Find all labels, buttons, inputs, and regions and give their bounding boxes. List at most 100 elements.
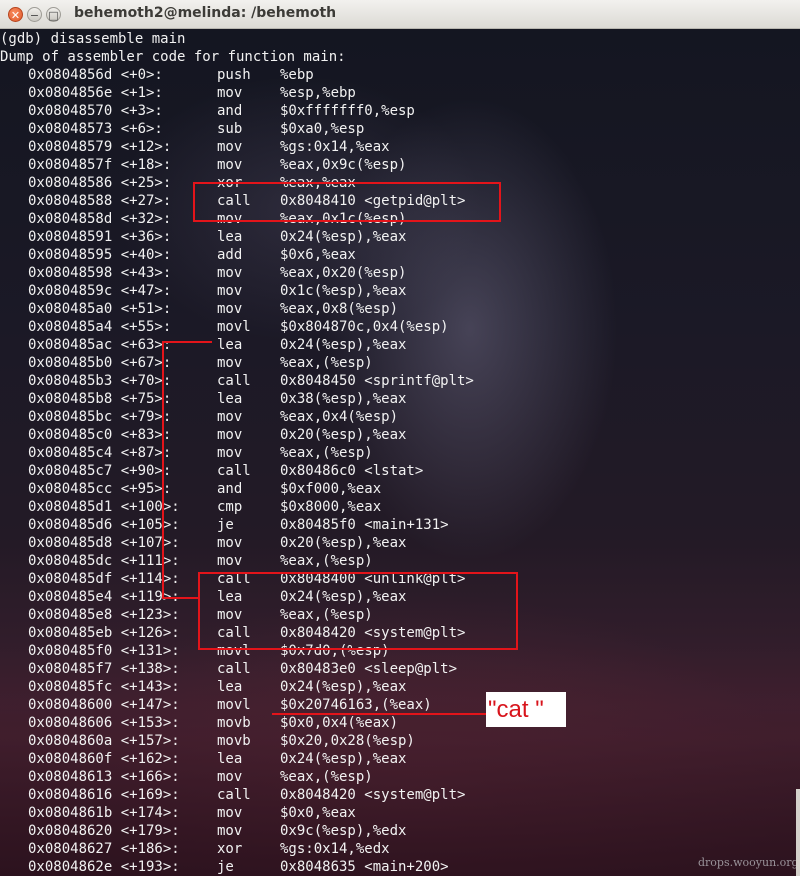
instruction-operands: $0x20,0x28(%esp) [280,733,415,749]
disasm-line: 0x080485a0 <+51>: mov %eax,0x8(%esp) [0,300,398,318]
instruction-operands: 0x20(%esp),%eax [280,535,407,551]
instruction-mnemonic: mov [217,823,243,839]
instruction-address: 0x08048579 <+12>: [28,139,172,155]
instruction-operands: %eax,0x8(%esp) [280,301,399,317]
minimize-icon[interactable]: − [27,7,42,22]
instruction-operands: %eax,(%esp) [280,355,373,371]
disasm-line: 0x08048570 <+3>: and $0xfffffff0,%esp [0,102,415,120]
instruction-address: 0x08048570 <+3>: [28,103,163,119]
instruction-address: 0x080485d1 <+100>: [28,499,180,515]
disasm-line: 0x080485cc <+95>: and $0xf000,%eax [0,480,381,498]
instruction-address: 0x080485c0 <+83>: [28,427,172,443]
disasm-line: 0x08048613 <+166>: mov %eax,(%esp) [0,768,373,786]
instruction-address: 0x080485a4 <+55>: [28,319,172,335]
disasm-line: 0x08048620 <+179>: mov 0x9c(%esp),%edx [0,822,406,840]
instruction-operands: 0x80483e0 <sleep@plt> [280,661,458,677]
instruction-mnemonic: mov [217,265,243,281]
disasm-line: 0x08048595 <+40>: add $0x6,%eax [0,246,356,264]
instruction-mnemonic: cmp [217,499,243,515]
instruction-address: 0x0804862e <+193>: [28,859,180,875]
instruction-operands: $0x0,0x4(%eax) [280,715,399,731]
instruction-operands: %eax,0x4(%esp) [280,409,399,425]
instruction-operands: %gs:0x14,%eax [280,139,390,155]
disasm-line: 0x08048627 <+186>: xor %gs:0x14,%edx [0,840,390,858]
instruction-operands: $0x0,%eax [280,805,356,821]
instruction-mnemonic: mov [217,157,243,173]
instruction-operands: 0x80486c0 <lstat> [280,463,424,479]
instruction-operands: %eax,0x9c(%esp) [280,157,407,173]
instruction-mnemonic: push [217,67,251,83]
close-icon[interactable]: ✕ [8,7,23,22]
disasm-line: 0x08048591 <+36>: lea 0x24(%esp),%eax [0,228,406,246]
instruction-mnemonic: and [217,103,243,119]
instruction-mnemonic: je [217,517,234,533]
disasm-line: 0x0804861b <+174>: mov $0x0,%eax [0,804,356,822]
instruction-address: 0x0804856d <+0>: [28,67,163,83]
disasm-line: 0x080485d8 <+107>: mov 0x20(%esp),%eax [0,534,406,552]
instruction-address: 0x0804859c <+47>: [28,283,172,299]
instruction-address: 0x080485d6 <+105>: [28,517,180,533]
instruction-operands: 0x1c(%esp),%eax [280,283,407,299]
instruction-address: 0x0804857f <+18>: [28,157,172,173]
instruction-address: 0x080485ac <+63>: [28,337,172,353]
instruction-operands: %eax,(%esp) [280,553,373,569]
instruction-operands: 0x9c(%esp),%edx [280,823,407,839]
highlight-box-unlink-system [198,572,518,650]
instruction-mnemonic: mov [217,553,243,569]
instruction-address: 0x080485b0 <+67>: [28,355,172,371]
instruction-address: 0x080485d8 <+107>: [28,535,180,551]
disasm-line: 0x080485ac <+63>: lea 0x24(%esp),%eax [0,336,406,354]
terminal-output: (gdb) disassemble main Dump of assembler… [0,30,474,876]
instruction-mnemonic: mov [217,409,243,425]
disasm-line: 0x080485b3 <+70>: call 0x8048450 <sprintf@… [0,372,474,390]
disasm-line: 0x080485b8 <+75>: lea 0x38(%esp),%eax [0,390,406,408]
instruction-mnemonic: lea [217,229,243,245]
annotation-cat-label: "cat " [486,692,566,727]
instruction-operands: 0x8048450 <sprintf@plt> [280,373,474,389]
disasm-line: 0x080485dc <+111>: mov %eax,(%esp) [0,552,373,570]
instruction-address: 0x080485b3 <+70>: [28,373,172,389]
instruction-mnemonic: mov [217,301,243,317]
instruction-operands: $0xa0,%esp [280,121,365,137]
instruction-address: 0x080485df <+114>: [28,571,180,587]
instruction-address: 0x080485f0 <+131>: [28,643,180,659]
instruction-address: 0x08048598 <+43>: [28,265,172,281]
instruction-address: 0x080485b8 <+75>: [28,391,172,407]
disasm-line: 0x08048600 <+147>: movl $0x20746163,(%eax) [0,696,432,714]
instruction-address: 0x0804856e <+1>: [28,85,163,101]
instruction-mnemonic: sub [217,121,243,137]
instruction-mnemonic: call [217,373,251,389]
underline-movl-cat [272,713,444,715]
instruction-mnemonic: mov [217,427,243,443]
instruction-mnemonic: call [217,787,251,803]
instruction-mnemonic: lea [217,391,243,407]
instruction-address: 0x08048588 <+27>: [28,193,172,209]
disasm-line: 0x080485f7 <+138>: call 0x80483e0 <sleep@p… [0,660,457,678]
disasm-line: 0x080485fc <+143>: lea 0x24(%esp),%eax [0,678,406,696]
disasm-line: 0x0804859c <+47>: mov 0x1c(%esp),%eax [0,282,406,300]
instruction-address: 0x08048586 <+25>: [28,175,172,191]
instruction-operands: 0x24(%esp),%eax [280,229,407,245]
terminal-area[interactable]: (gdb) disassemble main Dump of assembler… [0,29,800,876]
instruction-mnemonic: movb [217,715,251,731]
disasm-line: 0x0804862e <+193>: je 0x8048635 <main+200> [0,858,449,876]
disasm-line: 0x0804857f <+18>: mov %eax,0x9c(%esp) [0,156,406,174]
instruction-operands: 0x8048420 <system@plt> [280,787,466,803]
maximize-icon[interactable]: □ [46,7,61,22]
disasm-line: 0x080485bc <+79>: mov %eax,0x4(%esp) [0,408,398,426]
instruction-operands: $0x8000,%eax [280,499,382,515]
instruction-mnemonic: movl [217,697,251,713]
instruction-mnemonic: lea [217,679,243,695]
instruction-address: 0x080485dc <+111>: [28,553,180,569]
instruction-operands: $0x804870c,0x4(%esp) [280,319,449,335]
instruction-address: 0x080485f7 <+138>: [28,661,180,677]
gdb-command-line: (gdb) disassemble main [0,31,186,47]
disasm-line: 0x08048606 <+153>: movb $0x0,0x4(%eax) [0,714,398,732]
instruction-mnemonic: add [217,247,243,263]
instruction-mnemonic: xor [217,841,243,857]
scrollbar[interactable] [796,789,800,876]
instruction-mnemonic: je [217,859,234,875]
bracket-vertical-line [162,341,164,599]
instruction-address: 0x08048600 <+147>: [28,697,180,713]
disasm-line: 0x080485c0 <+83>: mov 0x20(%esp),%eax [0,426,406,444]
